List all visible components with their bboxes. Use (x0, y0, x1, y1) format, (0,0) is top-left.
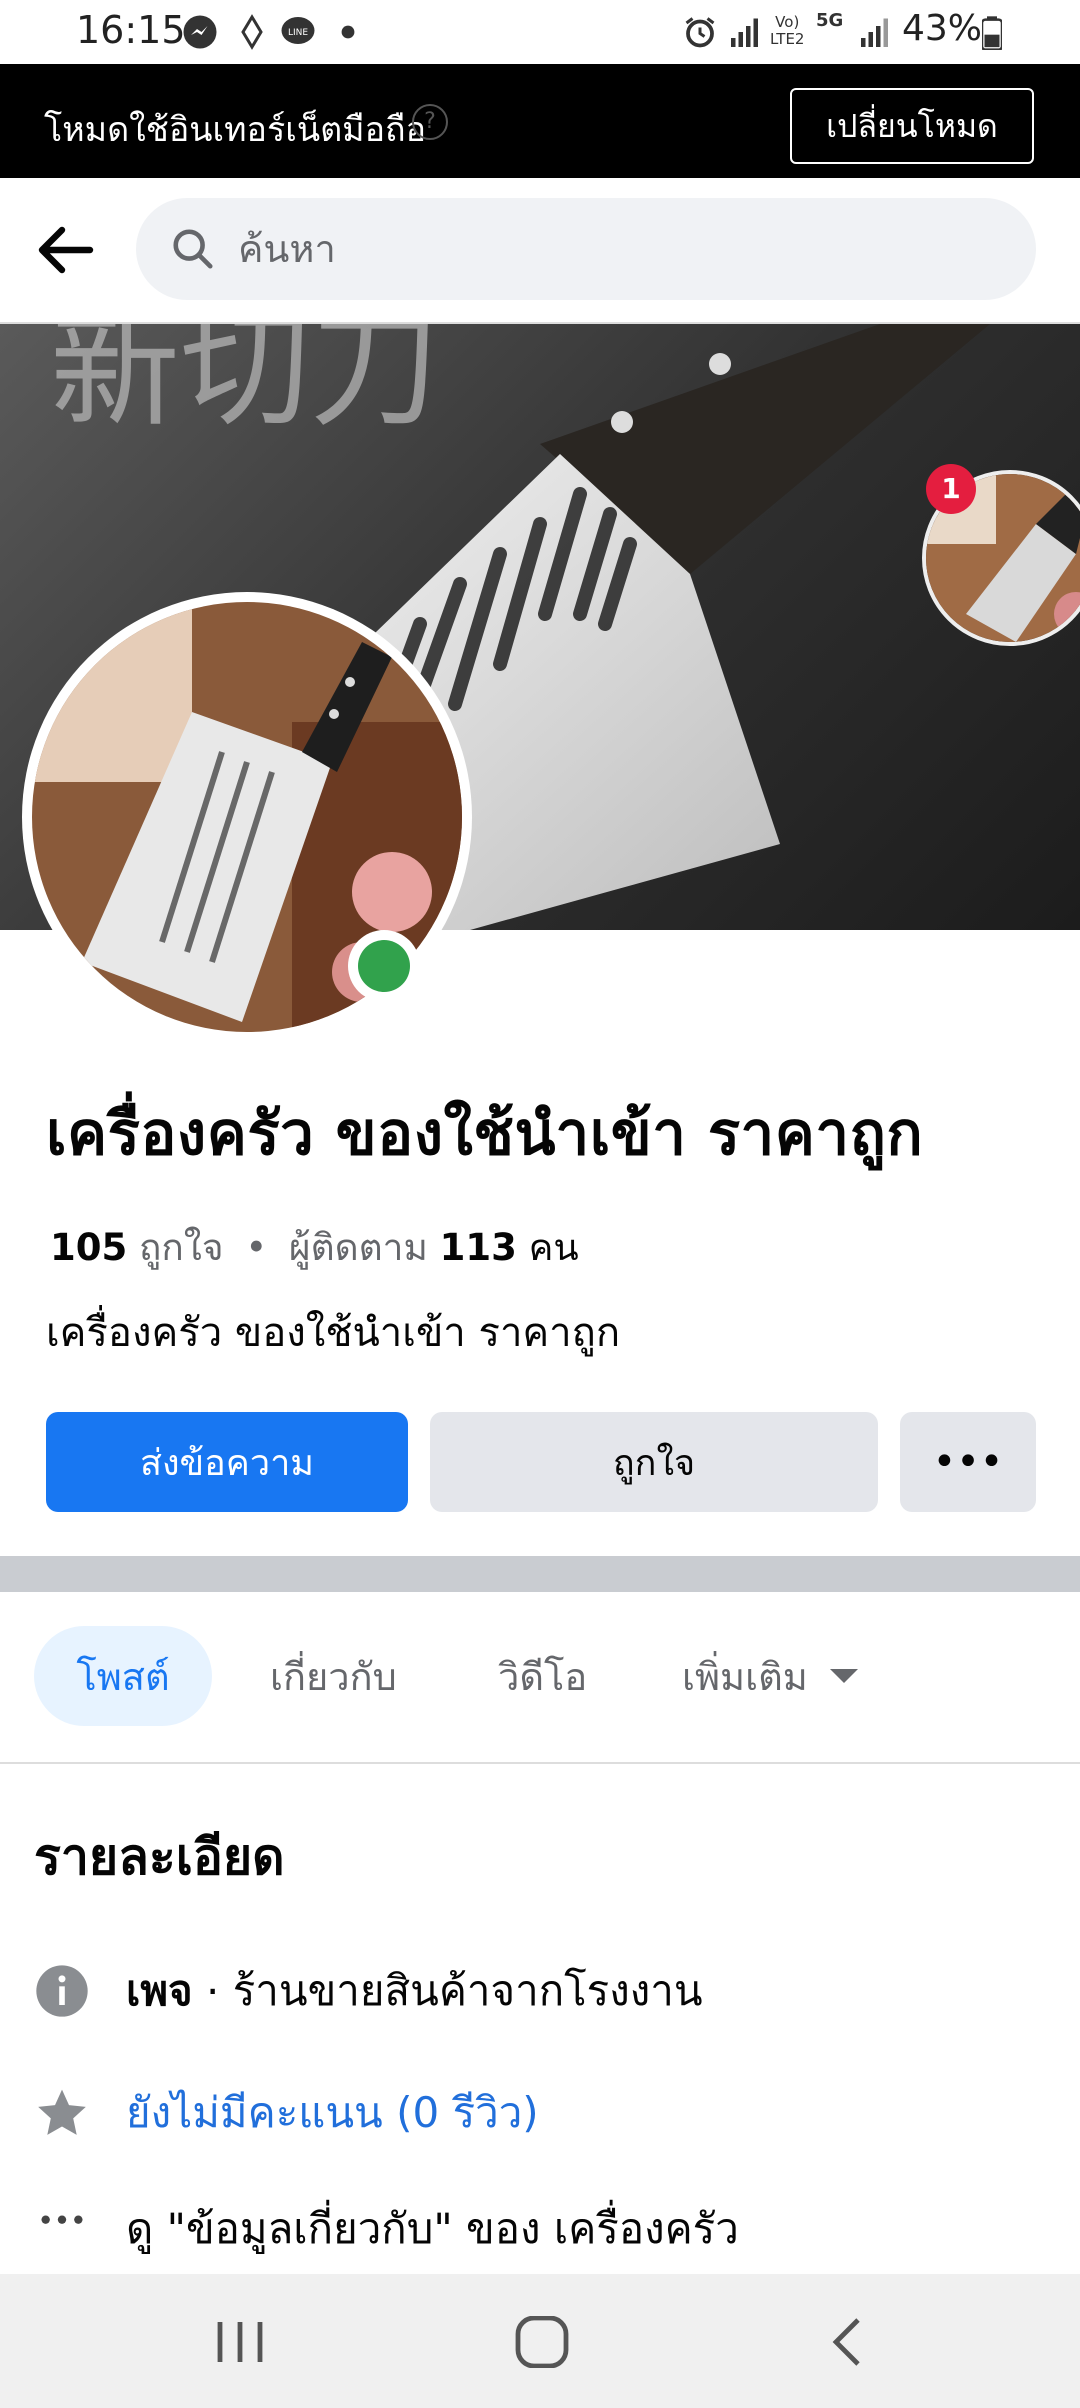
tab-videos[interactable]: วิดีโอ (498, 1626, 587, 1726)
5g-icon: 5G (816, 10, 844, 31)
search-input[interactable] (236, 218, 1000, 280)
details-row-rating[interactable]: ยังไม่มีคะแนน (0 รีวิว) (34, 2078, 539, 2148)
home-icon[interactable] (512, 2316, 572, 2368)
tab-more-label: เพิ่มเติม (682, 1654, 808, 1699)
search-header (0, 178, 1080, 324)
mobile-data-banner: โหมดใช้อินเทอร์เน็ตมือถือ ? เปลี่ยนโหมด (0, 64, 1080, 178)
page-subtitle: เครื่องครัว ของใช้นำเข้า ราคาถูก (46, 1310, 621, 1356)
about-link[interactable]: ดู "ข้อมูลเกี่ยวกับ" ของ เครื่องครัว (126, 2196, 739, 2262)
page-tabs: โพสต์ เกี่ยวกับ วิดีโอ เพิ่มเติม (0, 1592, 1080, 1764)
tab-posts[interactable]: โพสต์ (34, 1626, 212, 1726)
lte-label: LTE2 (770, 30, 805, 48)
section-divider (0, 1556, 1080, 1592)
likes-count: 105 (50, 1226, 128, 1269)
category-label: เพจ (126, 1966, 193, 2015)
rating-link[interactable]: ยังไม่มีคะแนน (0 รีวิว) (126, 2080, 539, 2146)
tab-about[interactable]: เกี่ยวกับ (270, 1626, 397, 1726)
banner-text: โหมดใช้อินเทอร์เน็ตมือถือ (44, 110, 427, 150)
info-icon[interactable]: ? (412, 104, 448, 140)
details-row-category: เพจ · ร้านขายสินค้าจากโรงงาน (34, 1956, 703, 2026)
followers-unit: คน (528, 1226, 579, 1269)
wifi-signal-icon (731, 18, 758, 47)
more-dots-icon (34, 2201, 90, 2257)
page-stats: 105 ถูกใจ • ผู้ติดตาม 113 คน (50, 1218, 579, 1277)
cell-signal-icon (861, 18, 888, 47)
star-icon (34, 2085, 90, 2141)
info-circle-icon (34, 1963, 90, 2019)
more-options-button[interactable]: ••• (900, 1412, 1036, 1512)
tab-more[interactable]: เพิ่มเติม (682, 1626, 858, 1726)
line-icon: LINE (281, 17, 315, 44)
page-title: เครื่องครัว ของใช้นำเข้า ราคาถูก (46, 1099, 924, 1169)
send-message-button[interactable]: ส่งข้อความ (46, 1412, 408, 1512)
stats-separator: • (245, 1226, 268, 1269)
back-arrow-icon[interactable] (34, 218, 98, 282)
alarm-icon (685, 17, 715, 48)
category-separator: · (192, 1966, 233, 2016)
volte-label: Vo) (775, 13, 800, 31)
status-time: 16:15 (76, 8, 186, 52)
like-button[interactable]: ถูกใจ (430, 1412, 878, 1512)
battery-icon (982, 16, 1002, 50)
recent-apps-icon[interactable] (210, 2316, 270, 2368)
switch-mode-button[interactable]: เปลี่ยนโหมด (790, 88, 1034, 164)
status-bar: 16:15 LINE Vo) LTE2 5G 43% (0, 0, 1080, 64)
volte-icon: Vo) LTE2 (770, 14, 804, 48)
battery-percent: 43% (902, 8, 983, 49)
cover-text: 新切刀 (50, 324, 440, 445)
details-heading: รายละเอียด (34, 1828, 285, 1886)
online-status-indicator (348, 930, 420, 1002)
caret-down-icon (829, 1669, 858, 1683)
signal-icon (241, 14, 263, 50)
details-row-about[interactable]: ดู "ข้อมูลเกี่ยวกับ" ของ เครื่องครัว (34, 2194, 739, 2264)
dot-icon (341, 25, 355, 39)
followers-count: 113 (439, 1226, 517, 1269)
likes-label: ถูกใจ (139, 1226, 224, 1269)
messenger-icon (183, 15, 217, 49)
svg-text:LINE: LINE (288, 28, 308, 38)
system-navigation-bar (0, 2274, 1080, 2408)
category-value: ร้านขายสินค้าจากโรงงาน (232, 1966, 703, 2015)
back-icon[interactable] (818, 2316, 878, 2368)
search-icon (173, 229, 213, 269)
search-bar[interactable] (136, 198, 1036, 300)
followers-label: ผู้ติดตาม (288, 1226, 428, 1269)
notification-badge: 1 (926, 464, 976, 514)
